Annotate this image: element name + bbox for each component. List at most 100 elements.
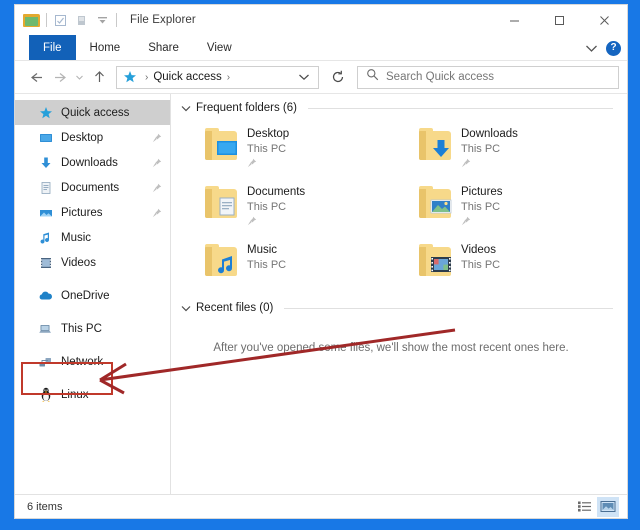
sidebar-item-videos[interactable]: Videos — [15, 250, 170, 275]
file-explorer-icon — [23, 13, 40, 27]
search-icon — [366, 68, 379, 86]
computer-icon — [37, 321, 54, 337]
new-folder-icon[interactable] — [74, 13, 89, 28]
forward-button[interactable] — [49, 65, 71, 89]
address-bar-row: › Quick access › Search Quick access — [15, 61, 627, 93]
pin-icon[interactable] — [247, 216, 305, 226]
sidebar-label: Desktop — [61, 131, 104, 144]
folder-name: Pictures — [461, 186, 503, 198]
sidebar-item-linux[interactable]: Linux — [15, 382, 170, 407]
search-input[interactable]: Search Quick access — [357, 65, 619, 89]
up-button[interactable] — [88, 65, 110, 89]
pin-icon[interactable] — [152, 208, 162, 218]
window-title: File Explorer — [130, 14, 196, 26]
section-title: Recent files (0) — [196, 302, 274, 314]
folder-tile-desktop[interactable]: Desktop This PC — [199, 122, 413, 180]
folder-icon — [199, 126, 243, 168]
breadcrumb-separator-trailing[interactable]: › — [227, 72, 230, 83]
monitor-icon — [37, 130, 54, 146]
sidebar-label: Quick access — [61, 106, 130, 119]
frequent-folders-grid: Desktop This PC Downloads This PC Docume… — [181, 122, 627, 296]
monitor-badge-icon — [217, 141, 237, 155]
sidebar-item-network[interactable]: Network — [15, 349, 170, 374]
pin-icon[interactable] — [152, 133, 162, 143]
recent-files-header[interactable]: Recent files (0) — [181, 302, 627, 314]
sidebar-item-desktop[interactable]: Desktop — [15, 125, 170, 150]
tab-share[interactable]: Share — [134, 35, 193, 60]
sidebar-label: This PC — [61, 322, 102, 335]
chevron-down-icon[interactable] — [181, 305, 191, 312]
toolbar-divider-2 — [116, 13, 117, 27]
folder-icon — [199, 242, 243, 284]
document-badge-icon — [219, 197, 235, 216]
folder-icon — [413, 184, 457, 226]
sidebar-item-quick-access[interactable]: Quick access — [15, 100, 170, 125]
folder-location: This PC — [461, 143, 501, 155]
minimize-button[interactable] — [492, 5, 537, 35]
music-note-icon — [37, 230, 54, 246]
download-arrow-icon — [37, 155, 54, 171]
pin-icon[interactable] — [152, 183, 162, 193]
sidebar-item-music[interactable]: Music — [15, 225, 170, 250]
close-button[interactable] — [582, 5, 627, 35]
sidebar-label: Documents — [61, 181, 120, 194]
section-divider — [284, 307, 613, 309]
sidebar-item-downloads[interactable]: Downloads — [15, 150, 170, 175]
folder-location: This PC — [461, 259, 501, 271]
tab-view[interactable]: View — [193, 35, 246, 60]
document-icon — [37, 180, 54, 196]
folder-tile-documents[interactable]: Documents This PC — [199, 180, 413, 238]
back-button[interactable] — [25, 65, 47, 89]
folder-name: Downloads — [461, 128, 518, 140]
details-view-button[interactable] — [573, 497, 595, 517]
section-divider — [308, 107, 613, 109]
large-icons-view-button[interactable] — [597, 496, 619, 517]
pin-icon[interactable] — [461, 158, 518, 168]
folder-tile-downloads[interactable]: Downloads This PC — [413, 122, 627, 180]
folder-name: Music — [247, 244, 278, 256]
desktop-background: File Explorer File Home Share View ? › Q… — [0, 0, 640, 530]
window-controls — [492, 5, 627, 35]
sidebar-label: Linux — [61, 388, 89, 401]
frequent-folders-header[interactable]: Frequent folders (6) — [181, 102, 627, 114]
address-bar[interactable]: › Quick access › — [116, 65, 319, 89]
picture-badge-icon — [430, 199, 452, 214]
properties-icon[interactable] — [53, 13, 68, 28]
folder-tile-pictures[interactable]: Pictures This PC — [413, 180, 627, 238]
folder-name: Desktop — [247, 128, 290, 140]
sidebar-item-pictures[interactable]: Pictures — [15, 200, 170, 225]
item-count: 6 items — [27, 500, 63, 513]
tab-file[interactable]: File — [29, 35, 76, 60]
customize-dropdown-icon[interactable] — [95, 13, 110, 28]
status-bar: 6 items — [15, 494, 627, 518]
folder-icon — [413, 242, 457, 284]
chevron-down-icon[interactable] — [585, 44, 598, 53]
download-badge-icon — [433, 140, 449, 157]
tab-home[interactable]: Home — [76, 35, 135, 60]
refresh-button[interactable] — [326, 66, 350, 89]
folder-tile-videos[interactable]: Videos This PC — [413, 238, 627, 296]
breadcrumb-separator-leading: › — [145, 71, 149, 83]
pin-icon[interactable] — [152, 158, 162, 168]
sidebar-item-documents[interactable]: Documents — [15, 175, 170, 200]
help-icon[interactable]: ? — [606, 40, 621, 56]
sidebar-item-this-pc[interactable]: This PC — [15, 316, 170, 341]
folder-location: This PC — [247, 201, 287, 213]
address-dropdown-icon[interactable] — [294, 73, 314, 81]
recent-locations-button[interactable] — [73, 65, 86, 89]
ribbon-tabs: File Home Share View ? — [15, 35, 627, 61]
folder-location: This PC — [247, 143, 287, 155]
toolbar-divider-1 — [46, 13, 47, 27]
folder-name: Videos — [461, 244, 496, 256]
maximize-button[interactable] — [537, 5, 582, 35]
chevron-down-icon[interactable] — [181, 105, 191, 112]
folder-tile-music[interactable]: Music This PC — [199, 238, 413, 296]
window-body: Quick access Desktop Downloads Documents… — [15, 93, 627, 494]
breadcrumb-current[interactable]: Quick access — [153, 71, 221, 83]
sidebar-label: Music — [61, 231, 92, 244]
pin-icon[interactable] — [247, 158, 289, 168]
star-icon — [37, 105, 54, 121]
pin-icon[interactable] — [461, 216, 503, 226]
sidebar-item-onedrive[interactable]: OneDrive — [15, 283, 170, 308]
network-icon — [37, 354, 54, 370]
